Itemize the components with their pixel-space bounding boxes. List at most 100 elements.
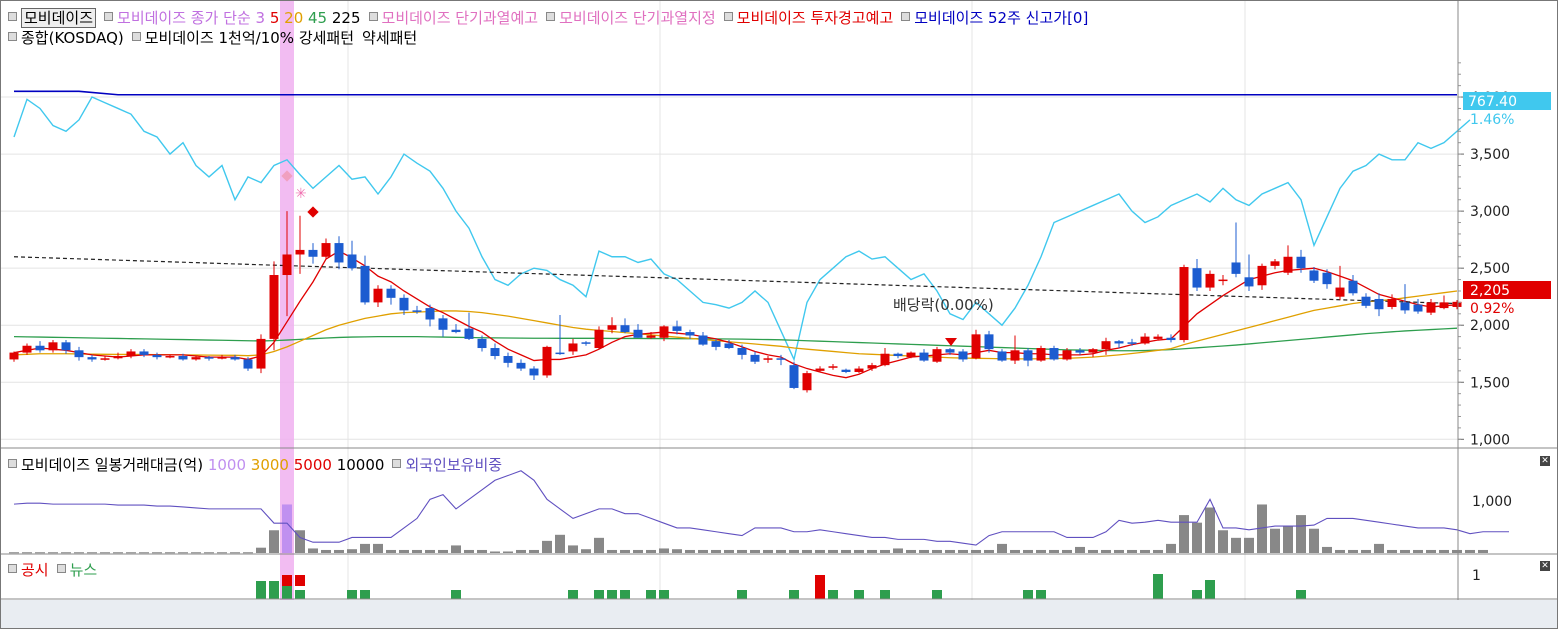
candle-body xyxy=(1127,342,1137,344)
volume-bar xyxy=(1140,549,1150,553)
legend-item[interactable]: 모비데이즈 종가 단순 3 5 20 45 225 xyxy=(104,9,361,27)
news-marker xyxy=(1205,580,1215,599)
candle-body xyxy=(152,354,162,358)
candle-body xyxy=(503,356,513,363)
candle-body xyxy=(1283,256,1293,273)
volume-bar xyxy=(646,549,656,553)
price-chart[interactable]: 1,0001,5002,0002,5003,0003,5004,0002024/… xyxy=(0,0,1558,629)
volume-bar xyxy=(1439,549,1449,553)
overheat-designation-marker: ✳ xyxy=(295,186,307,202)
candle-body xyxy=(776,358,786,360)
price-pct-text: 0.92% xyxy=(1470,301,1514,317)
news-marker xyxy=(932,590,942,599)
x-axis-bar[interactable] xyxy=(0,600,1558,629)
volume-bar xyxy=(464,549,474,553)
volume-bar xyxy=(1309,528,1319,553)
candle-body xyxy=(178,356,188,360)
volume-bar xyxy=(620,549,630,553)
legend-toggle-icon[interactable] xyxy=(104,12,114,21)
candle-body xyxy=(126,351,136,357)
legend-toggle-icon[interactable] xyxy=(901,12,911,21)
legend-toggle-icon[interactable] xyxy=(8,32,17,41)
volume-bar xyxy=(386,549,396,553)
legend-item[interactable]: 모비데이즈 52주 신고가[0] xyxy=(901,9,1088,27)
candle-body xyxy=(1010,350,1020,361)
close-news-panel-icon[interactable]: ✕ xyxy=(1540,561,1550,571)
candle-body xyxy=(1049,348,1059,360)
legend-period: 3000 xyxy=(246,456,289,474)
candle-body xyxy=(1426,302,1436,313)
volume-bar xyxy=(1166,543,1176,553)
volume-bar xyxy=(1192,522,1202,553)
volume-bar xyxy=(1374,543,1384,553)
legend-toggle-icon[interactable] xyxy=(56,564,66,573)
candle-body xyxy=(945,349,955,353)
disclosure-marker xyxy=(295,575,305,586)
candle-body xyxy=(295,249,305,255)
legend-item[interactable]: 모비데이즈 단기과열예고 xyxy=(368,9,538,27)
candle-body xyxy=(841,369,851,372)
candle-body xyxy=(646,335,656,338)
candle-body xyxy=(1374,298,1384,310)
legend-item[interactable]: 뉴스 xyxy=(56,561,97,579)
legend-toggle-icon[interactable] xyxy=(723,12,733,21)
disclosure-marker xyxy=(815,575,825,599)
legend-item[interactable]: 모비데이즈 xyxy=(8,8,97,28)
legend-item[interactable]: 종합(KOSDAQ) xyxy=(8,29,124,47)
news-marker xyxy=(620,590,630,599)
legend-item[interactable]: 모비데이즈 투자경고예고 xyxy=(723,9,893,27)
legend-toggle-icon[interactable] xyxy=(8,12,17,21)
volume-bar xyxy=(854,549,864,553)
legend-item[interactable]: 모비데이즈 1천억/10% 강세패턴 xyxy=(131,29,354,47)
volume-bar xyxy=(1114,549,1124,553)
candle-body xyxy=(1309,270,1319,281)
legend-toggle-icon[interactable] xyxy=(392,459,402,468)
candle-body xyxy=(1439,302,1449,309)
candle-body xyxy=(35,345,45,351)
y-tick-label: 3,500 xyxy=(1470,147,1510,163)
candle-body xyxy=(1413,304,1423,312)
legend-label: 공시 xyxy=(21,561,49,579)
volume-bar xyxy=(737,549,747,553)
legend-label: 모비데이즈 단기과열지정 xyxy=(559,9,716,27)
candle-body xyxy=(1400,302,1410,311)
volume-bar xyxy=(698,549,708,553)
legend-toggle-icon[interactable] xyxy=(8,459,17,468)
legend-item[interactable]: 모비데이즈 단기과열지정 xyxy=(546,9,716,27)
legend-period: 225 xyxy=(327,9,361,27)
volume-bar xyxy=(22,552,32,554)
legend-label: 모비데이즈 일봉거래대금(억) xyxy=(21,456,204,474)
news-marker xyxy=(594,590,604,599)
legend-toggle-icon[interactable] xyxy=(8,564,17,573)
y-tick-label: 1,500 xyxy=(1470,375,1510,391)
legend-toggle-icon[interactable] xyxy=(546,12,556,21)
legend-item[interactable]: 공시 xyxy=(8,561,49,579)
volume-bar xyxy=(763,549,773,553)
candle-body xyxy=(1348,280,1358,294)
volume-bar xyxy=(1296,515,1306,553)
candle-body xyxy=(971,334,981,359)
news-marker xyxy=(1036,590,1046,599)
close-volume-panel-icon[interactable]: ✕ xyxy=(1540,456,1550,466)
candle-body xyxy=(802,373,812,391)
candle-body xyxy=(425,308,435,320)
legend-item[interactable]: 모비데이즈 일봉거래대금(억) 1000 3000 5000 10000 xyxy=(8,456,384,474)
legend-toggle-icon[interactable] xyxy=(368,12,378,21)
legend-toggle-icon[interactable] xyxy=(131,32,141,41)
candle-body xyxy=(1257,265,1267,286)
candle-body xyxy=(113,356,123,359)
candle-body xyxy=(230,357,240,360)
candle-body xyxy=(191,357,201,360)
kosdaq-value-text: 767.40 xyxy=(1468,94,1517,110)
legend-item[interactable]: 외국인보유비중 xyxy=(392,456,502,474)
volume-bar xyxy=(74,552,84,554)
candle-body xyxy=(451,329,461,333)
candle-body xyxy=(1192,268,1202,288)
legend-item[interactable]: 약세패턴 xyxy=(362,29,417,47)
news-marker xyxy=(659,590,669,599)
volume-bar xyxy=(724,549,734,553)
volume-bar xyxy=(35,552,45,554)
volume-bar xyxy=(87,552,97,554)
candle-body xyxy=(308,249,318,257)
candle-body xyxy=(100,358,110,360)
